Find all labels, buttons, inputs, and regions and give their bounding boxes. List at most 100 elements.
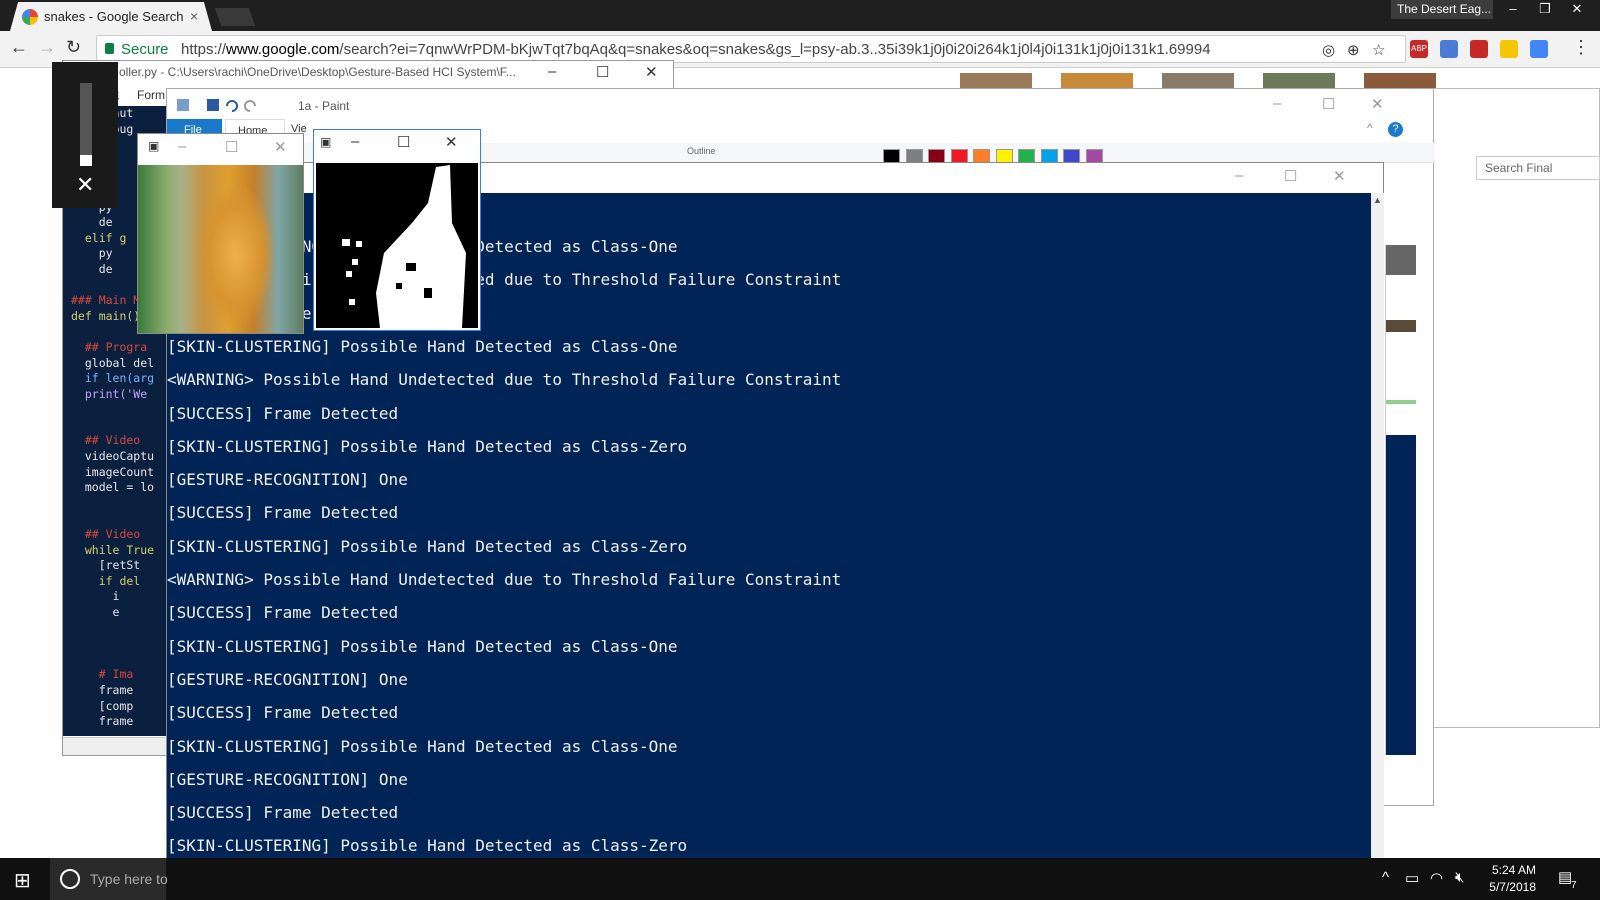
console-line: [SUCCESS] Frame Detected bbox=[167, 603, 399, 623]
url-path: /search?ei=7qnwWrPDM-bKjwTqt7bqAq&q=snak… bbox=[339, 41, 1211, 58]
reload-icon[interactable]: ↻ bbox=[66, 37, 81, 58]
console-line: [SUCCESS] Frame Detected bbox=[167, 703, 399, 723]
console-maximize-icon[interactable]: ☐ bbox=[1284, 167, 1297, 185]
side-image-pane bbox=[1385, 245, 1418, 755]
url-text[interactable]: https://www.google.com/search?ei=7qnwWrP… bbox=[181, 41, 1211, 58]
browser-tab[interactable]: snakes - Google Search × bbox=[10, 2, 212, 31]
tab-close-icon[interactable]: × bbox=[190, 8, 198, 24]
tray-chevron-icon[interactable]: ^ bbox=[1382, 869, 1389, 886]
ribbon-collapse-icon[interactable]: ^ bbox=[1367, 121, 1373, 135]
mask-app-icon: ▣ bbox=[320, 135, 332, 149]
cortana-icon bbox=[60, 869, 80, 889]
taskbar-search[interactable]: Type here to bbox=[50, 858, 168, 900]
taskbar: ⊞ Type here to ^ ▭ ◠ 🔇︎ 5:24 AM 5/7/2018… bbox=[0, 858, 1600, 900]
volume-slider[interactable] bbox=[80, 83, 92, 166]
console-line: [SKIN-CLUSTERING] Possible Hand Detected… bbox=[167, 736, 678, 756]
browser-tabstrip: snakes - Google Search × The Desert Eag.… bbox=[0, 0, 1600, 31]
google-icon bbox=[22, 9, 38, 25]
console-line: [GESTURE-RECOGNITION] One bbox=[167, 470, 408, 490]
console-line: [GESTURE-RECOGNITION] One bbox=[167, 669, 408, 689]
minimize-icon[interactable]: – bbox=[1498, 0, 1528, 19]
mask-close-icon[interactable]: ✕ bbox=[445, 133, 458, 151]
camera-close-icon[interactable]: ✕ bbox=[274, 138, 287, 156]
binary-mask-image bbox=[316, 163, 478, 328]
editor-minimize-icon[interactable]: – bbox=[548, 63, 556, 80]
camera-feed-image bbox=[138, 165, 303, 333]
console-minimize-icon[interactable]: – bbox=[1235, 167, 1243, 184]
close-icon[interactable]: ✕ bbox=[1562, 0, 1592, 19]
translate-icon[interactable] bbox=[1530, 40, 1548, 58]
extension-pen-icon[interactable] bbox=[1440, 40, 1458, 58]
clock-date: 5/7/2018 bbox=[1489, 880, 1536, 894]
side-thumbnail[interactable] bbox=[1386, 320, 1416, 332]
console-line: [SKIN-CLUSTERING] Possible Hand Detected… bbox=[167, 536, 688, 556]
secure-label: Secure bbox=[121, 41, 169, 58]
restore-icon[interactable]: ❐ bbox=[1530, 0, 1560, 19]
notification-count: 7 bbox=[1571, 880, 1577, 891]
mask-window: ▣ – ☐ ✕ bbox=[313, 129, 481, 331]
camera-app-icon: ▣ bbox=[148, 139, 160, 153]
side-divider bbox=[1386, 400, 1416, 404]
menu-icon[interactable]: ⋮ bbox=[1572, 37, 1590, 58]
battery-icon[interactable]: ▭ bbox=[1405, 869, 1419, 887]
console-line: [SKIN-CLUSTERING] Possible Hand Detected… bbox=[167, 836, 688, 856]
editor-maximize-icon[interactable]: ☐ bbox=[596, 63, 609, 81]
mask-minimize-icon[interactable]: – bbox=[351, 133, 359, 150]
back-icon[interactable]: ← bbox=[10, 37, 28, 58]
console-line: [GESTURE-RECOGNITION] One bbox=[167, 769, 408, 789]
paint-title: 1a - Paint bbox=[298, 99, 350, 113]
side-console-strip bbox=[1386, 435, 1416, 755]
console-line: [SKIN-CLUSTERING] Possible Hand Detected… bbox=[167, 436, 688, 456]
side-thumbnail[interactable] bbox=[1386, 245, 1416, 275]
search-final-input[interactable]: Search Final bbox=[1476, 156, 1600, 180]
paint-quick-access-icons[interactable] bbox=[175, 97, 285, 113]
camera-minimize-icon[interactable]: – bbox=[178, 138, 186, 155]
console-scrollbar[interactable]: ▲ bbox=[1371, 193, 1384, 900]
console-line: [SKIN-CLUSTERING] Possible Hand Detected… bbox=[167, 336, 678, 356]
taskbar-search-placeholder: Type here to bbox=[90, 871, 168, 887]
editor-close-icon[interactable]: ✕ bbox=[645, 63, 658, 81]
forward-icon[interactable]: → bbox=[38, 37, 56, 58]
console-line: <WARNING> Possible Hand Undetected due t… bbox=[167, 370, 842, 390]
camera-maximize-icon[interactable]: ☐ bbox=[225, 138, 238, 156]
clock-time: 5:24 AM bbox=[1491, 863, 1536, 877]
extension-m-icon[interactable] bbox=[1470, 40, 1488, 58]
paint-minimize-icon[interactable]: – bbox=[1273, 95, 1281, 112]
camera-window: ▣ – ☐ ✕ bbox=[137, 133, 304, 334]
location-icon[interactable]: ◎ bbox=[1322, 41, 1335, 59]
editor-title: oller.py - C:\Users\rachi\OneDrive\Deskt… bbox=[119, 65, 516, 79]
bookmark-star-icon[interactable]: ☆ bbox=[1372, 41, 1385, 59]
new-tab-button[interactable] bbox=[214, 8, 256, 26]
tab-title: snakes - Google Search bbox=[44, 9, 184, 24]
lock-icon bbox=[105, 43, 114, 54]
console-line: [SUCCESS] Frame Detected bbox=[167, 403, 399, 423]
adblock-icon[interactable]: ABP bbox=[1410, 40, 1428, 58]
scroll-up-icon[interactable]: ▲ bbox=[1373, 195, 1382, 205]
paint-maximize-icon[interactable]: ☐ bbox=[1322, 95, 1335, 113]
windows-start-icon[interactable]: ⊞ bbox=[14, 868, 31, 893]
outline-label[interactable]: Outline bbox=[687, 146, 716, 156]
hand-blob bbox=[198, 185, 273, 325]
mask-maximize-icon[interactable]: ☐ bbox=[397, 133, 410, 151]
console-line: [SUCCESS] Frame Detected bbox=[167, 503, 399, 523]
background-window bbox=[1428, 88, 1600, 728]
volume-level bbox=[80, 155, 92, 166]
profile-button[interactable]: The Desert Eag... bbox=[1391, 0, 1493, 19]
help-icon[interactable]: ? bbox=[1388, 122, 1403, 137]
volume-muted-icon[interactable]: 🔇︎ bbox=[1455, 869, 1464, 886]
wifi-icon[interactable]: ◠ bbox=[1430, 869, 1443, 887]
url-host: www.google.com bbox=[226, 41, 340, 58]
system-clock[interactable]: 5:24 AM 5/7/2018 bbox=[1478, 862, 1536, 896]
volume-flyout: ✕ bbox=[52, 62, 118, 208]
console-line: [SKIN-CLUSTERING] Possible Hand Detected… bbox=[167, 636, 678, 656]
url-scheme: https:// bbox=[181, 41, 227, 58]
mute-icon[interactable]: ✕ bbox=[76, 172, 94, 198]
address-bar[interactable]: Secure https://www.google.com/search?ei=… bbox=[96, 35, 1406, 63]
console-close-icon[interactable]: ✕ bbox=[1333, 167, 1346, 185]
extension-note-icon[interactable] bbox=[1500, 40, 1518, 58]
zoom-icon[interactable]: ⊕ bbox=[1347, 41, 1360, 59]
console-line: <WARNING> Possible Hand Undetected due t… bbox=[167, 570, 842, 589]
console-line: [SUCCESS] Frame Detected bbox=[167, 803, 399, 823]
editor-menu-format[interactable]: Form bbox=[137, 88, 165, 102]
paint-close-icon[interactable]: ✕ bbox=[1371, 95, 1384, 113]
